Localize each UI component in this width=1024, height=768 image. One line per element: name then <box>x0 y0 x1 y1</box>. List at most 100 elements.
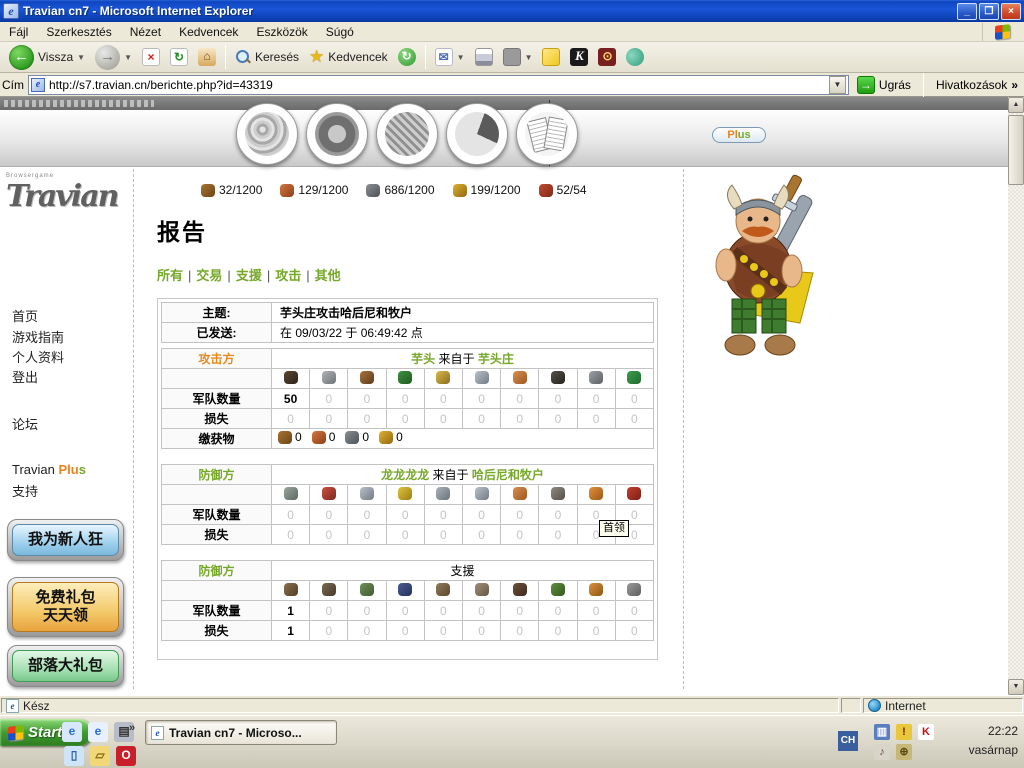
close-button[interactable]: × <box>1001 3 1021 20</box>
favorites-button[interactable]: ★ Kedvencek <box>304 45 393 69</box>
filter-2[interactable]: 交易 <box>196 268 222 283</box>
sidebar-item-travian-plus[interactable]: Travian Plus <box>12 462 86 477</box>
statistics-icon[interactable] <box>446 103 508 165</box>
kaspersky-icon[interactable]: K <box>918 724 934 740</box>
language-indicator[interactable]: CH <box>838 731 858 751</box>
launch-ie-icon[interactable]: e <box>88 722 108 742</box>
back-dropdown-icon[interactable]: ▼ <box>77 53 85 62</box>
unit-wild-boar-cell <box>424 581 462 601</box>
clock-time: 22:22 <box>969 722 1018 741</box>
mail-dropdown-icon[interactable]: ▼ <box>457 53 465 62</box>
volume-icon[interactable]: ♪ <box>874 744 890 760</box>
search-button[interactable]: Keresés <box>230 47 304 67</box>
resource-bar: 32/1200129/1200686/1200199/120052/54 <box>201 183 658 197</box>
minimize-button[interactable]: _ <box>957 3 977 20</box>
filter-5[interactable]: 其他 <box>315 268 341 283</box>
sidebar: Browsergame Travian 首页游戏指南个人资料登出论坛支持 Tra… <box>0 167 133 695</box>
stop-button[interactable]: × <box>137 46 165 68</box>
village-center-icon[interactable] <box>306 103 368 165</box>
plus-button[interactable]: Plus <box>712 127 766 143</box>
go-button[interactable]: → Ugrás <box>853 76 915 94</box>
unit-elephant-cell <box>615 581 653 601</box>
launch-folder-icon[interactable]: ▱ <box>90 746 110 766</box>
map-icon[interactable] <box>376 103 438 165</box>
links-button[interactable]: Hivatkozások » <box>932 78 1022 92</box>
address-dropdown-button[interactable]: ▼ <box>829 76 846 94</box>
promo-button-3[interactable]: 部落大礼包 <box>7 645 124 687</box>
kaspersky-button[interactable]: K <box>565 46 593 68</box>
launch-document-icon[interactable]: ▯ <box>64 746 84 766</box>
kaspersky-scan-button[interactable]: ⊙ <box>593 46 621 68</box>
update-icon[interactable]: ⊕ <box>896 744 912 760</box>
village-overview-icon-art <box>245 112 289 156</box>
sidebar-item-3[interactable]: 个人资料 <box>12 347 64 366</box>
toolbar-separator <box>425 45 426 69</box>
unit-count: 0 <box>386 601 424 621</box>
unit-count: 0 <box>310 525 348 545</box>
sidebar-item-forum[interactable]: 论坛 <box>12 414 38 433</box>
zone-panel: Internet <box>863 698 1023 713</box>
bounty-iron: 0 <box>345 430 369 444</box>
msn-messenger-button[interactable] <box>621 46 649 68</box>
forward-button[interactable]: → ▼ <box>90 43 137 72</box>
forward-dropdown-icon[interactable]: ▼ <box>124 53 132 62</box>
filter-3[interactable]: 支援 <box>236 268 262 283</box>
reports-icon[interactable] <box>516 103 578 165</box>
village-overview-icon[interactable] <box>236 103 298 165</box>
menu-item-Nézet[interactable]: Nézet <box>121 23 170 41</box>
menu-item-Eszközök[interactable]: Eszközök <box>247 23 316 41</box>
sidebar-item-1[interactable]: 首页 <box>12 306 38 325</box>
resource-crop-consumption: 52/54 <box>539 183 587 197</box>
links-chevron-icon: » <box>1011 78 1018 92</box>
menu-item-Szerkesztés[interactable]: Szerkesztés <box>37 23 120 41</box>
scroll-down-button[interactable]: ▼ <box>1008 679 1024 695</box>
unit-druidrider-cell <box>424 485 462 505</box>
menu-item-Súgó[interactable]: Súgó <box>317 23 363 41</box>
unit-count: 0 <box>539 505 577 525</box>
promo-button-1[interactable]: 我为新人狂 <box>7 519 124 561</box>
launch-ie-shell-icon[interactable]: e <box>62 722 82 742</box>
history-button[interactable]: ↻ <box>393 46 421 68</box>
mail-button[interactable]: ✉▼ <box>430 46 470 68</box>
edit-dropdown-icon[interactable]: ▼ <box>525 53 533 62</box>
bounty-row: 缴获物0000 <box>162 429 654 449</box>
edit-button[interactable]: ▼ <box>498 46 538 68</box>
home-button[interactable]: ⌂ <box>193 46 221 68</box>
unit-teutonic-knight-cell <box>462 369 500 389</box>
wolf-icon <box>475 583 489 596</box>
print-button[interactable] <box>470 46 498 68</box>
player-link[interactable]: 哈后尼和牧户 <box>472 468 544 482</box>
filter-1[interactable]: 所有 <box>157 268 183 283</box>
network-alert-icon[interactable]: ! <box>896 724 912 740</box>
page-top-banner <box>0 97 1008 110</box>
scroll-up-button[interactable]: ▲ <box>1008 97 1024 113</box>
battle-header-row: 防御方龙龙龙龙 来自于 哈后尼和牧户 <box>162 465 654 485</box>
network-icon[interactable]: ▥ <box>874 724 890 740</box>
back-button[interactable]: ← Vissza ▼ <box>4 43 90 72</box>
unit-count: 0 <box>501 525 539 545</box>
vertical-scrollbar[interactable]: ▲ ▼ <box>1008 97 1024 695</box>
sidebar-item-support[interactable]: 支持 <box>12 481 38 500</box>
menu-item-Fájl[interactable]: Fájl <box>0 23 37 41</box>
unit-count: 0 <box>386 621 424 641</box>
player-link[interactable]: 芋头庄 <box>478 352 514 366</box>
filter-4[interactable]: 攻击 <box>275 268 301 283</box>
unit-ram-cell <box>501 485 539 505</box>
ram-icon <box>513 371 527 384</box>
scrollbar-thumb[interactable] <box>1008 115 1024 185</box>
menu-item-Kedvencek[interactable]: Kedvencek <box>170 23 247 41</box>
promo-button-2[interactable]: 免费礼包天天领 <box>7 577 124 637</box>
messenger-note-button[interactable] <box>537 46 565 68</box>
refresh-button[interactable]: ↻ <box>165 46 193 68</box>
travian-logo[interactable]: Browsergame Travian <box>6 173 126 214</box>
player-link[interactable]: 龙龙龙龙 <box>381 468 429 482</box>
restore-button[interactable]: ❐ <box>979 3 999 20</box>
taskbar-task-travian[interactable]: eTravian cn7 - Microso... <box>145 720 337 745</box>
player-link[interactable]: 芋头 <box>411 352 435 366</box>
address-input[interactable]: e http://s7.travian.cn/berichte.php?id=4… <box>28 75 849 95</box>
launch-opera-icon[interactable]: O <box>116 746 136 766</box>
sidebar-item-4[interactable]: 登出 <box>12 367 38 386</box>
sidebar-item-2[interactable]: 游戏指南 <box>12 327 64 346</box>
quick-launch-chevron[interactable]: » <box>129 722 135 734</box>
unit-count: 0 <box>577 601 615 621</box>
